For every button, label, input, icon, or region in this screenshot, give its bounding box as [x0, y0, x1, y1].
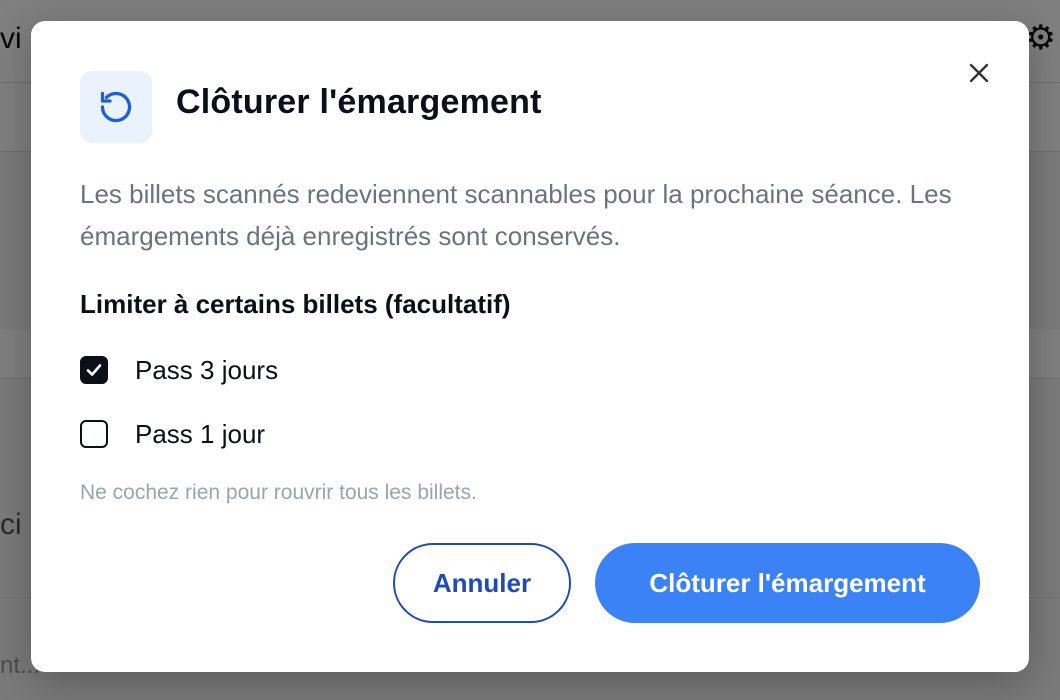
option-pass-3-jours[interactable]: Pass 3 jours: [80, 353, 278, 387]
hint-text: Ne cochez rien pour rouvrir tous les bil…: [80, 481, 477, 504]
dialog-title: Clôturer l'émargement: [176, 83, 542, 121]
check-icon: [86, 364, 102, 376]
confirm-close-button[interactable]: Clôturer l'émargement: [595, 543, 980, 623]
option-pass-1-jour[interactable]: Pass 1 jour: [80, 417, 265, 451]
close-icon: [969, 63, 989, 83]
option-label: Pass 3 jours: [135, 354, 279, 385]
option-label: Pass 1 jour: [135, 418, 266, 449]
section-label: Limiter à certains billets (facultatif): [80, 289, 511, 319]
checkbox-checked[interactable]: [80, 356, 108, 384]
close-attendance-dialog: Clôturer l'émargement Les billets scanné…: [31, 21, 1029, 672]
cancel-button[interactable]: Annuler: [393, 543, 571, 623]
close-button[interactable]: [961, 55, 997, 91]
checkbox-unchecked[interactable]: [80, 420, 108, 448]
dialog-description: Les billets scannés redeviennent scannab…: [80, 179, 952, 251]
rotate-ccw-icon: [80, 71, 152, 143]
